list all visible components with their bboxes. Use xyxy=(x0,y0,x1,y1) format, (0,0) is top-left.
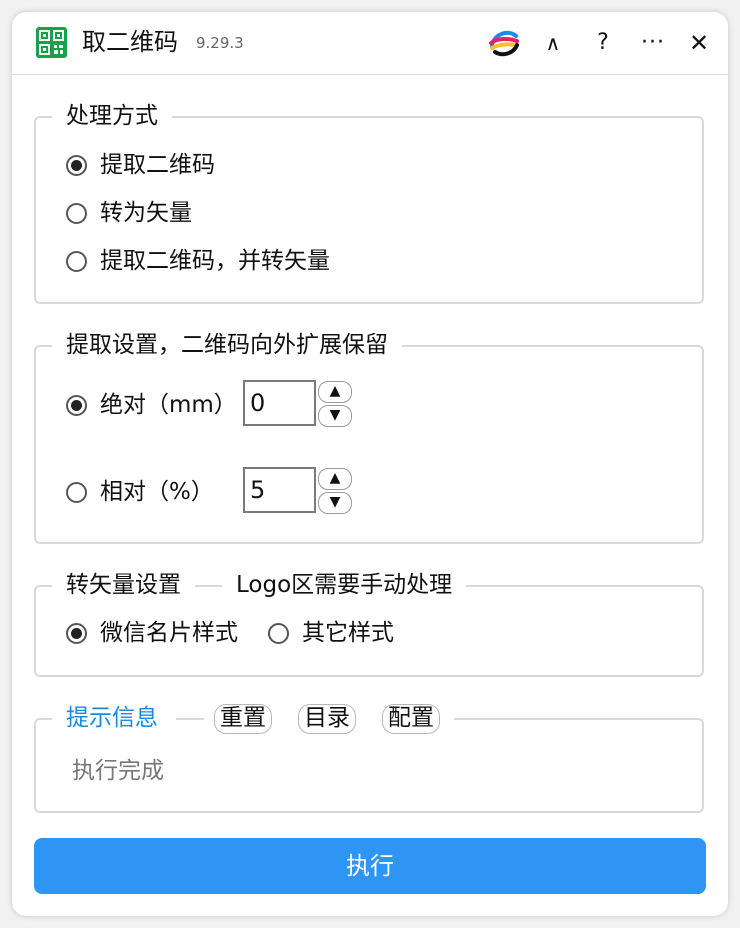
extract-settings-legend: 提取设置，二维码向外扩展保留 xyxy=(52,330,402,360)
absolute-spin-down-button[interactable]: ▼ xyxy=(318,405,352,427)
radio-wechat-card-style[interactable]: 微信名片样式 xyxy=(66,618,238,648)
logo-manual-note: Logo区需要手动处理 xyxy=(222,570,467,600)
info-legend[interactable]: 提示信息 xyxy=(52,703,176,733)
radio-label: 提取二维码，并转矢量 xyxy=(100,248,330,274)
relative-spin-down-button[interactable]: ▼ xyxy=(318,492,352,514)
status-message: 执行完成 xyxy=(72,758,164,784)
close-button[interactable]: ✕ xyxy=(682,26,716,60)
radio-label: 提取二维码 xyxy=(100,152,215,178)
radio-relative-percent[interactable]: 相对（%） xyxy=(66,477,214,507)
absolute-spin-up-button[interactable]: ▲ xyxy=(318,381,352,403)
app-version: 9.29.3 xyxy=(196,34,244,52)
radio-label: 微信名片样式 xyxy=(100,620,238,646)
relative-spin-up-button[interactable]: ▲ xyxy=(318,468,352,490)
config-button[interactable]: 配置 xyxy=(382,704,440,734)
info-group: 提示信息 重置 目录 配置 执行完成 xyxy=(34,703,704,813)
qr-code-app-icon xyxy=(36,27,67,58)
radio-button[interactable] xyxy=(66,250,87,272)
help-button[interactable]: ? xyxy=(586,26,620,60)
radio-absolute-mm[interactable]: 绝对（mm） xyxy=(66,390,237,420)
radio-button[interactable] xyxy=(66,394,87,416)
radio-to-vector[interactable]: 转为矢量 xyxy=(66,198,192,228)
radio-button[interactable] xyxy=(66,622,87,644)
radio-extract-and-vector[interactable]: 提取二维码，并转矢量 xyxy=(66,246,330,276)
app-window: 取二维码 9.29.3 ∧ ? ··· ✕ 处理方式 提取二维码 转为矢量 提取 xyxy=(12,12,728,916)
relative-percent-input[interactable]: 5 xyxy=(243,467,316,513)
radio-button[interactable] xyxy=(66,154,87,176)
radio-other-style[interactable]: 其它样式 xyxy=(268,618,394,648)
radio-label: 其它样式 xyxy=(302,620,394,646)
radio-button[interactable] xyxy=(268,622,289,644)
collapse-up-button[interactable]: ∧ xyxy=(536,26,570,60)
reset-button[interactable]: 重置 xyxy=(214,704,272,734)
radio-label: 绝对（mm） xyxy=(100,392,237,418)
mode-group: 处理方式 提取二维码 转为矢量 提取二维码，并转矢量 xyxy=(34,101,704,304)
mode-group-legend: 处理方式 xyxy=(52,101,172,131)
extract-settings-group: 提取设置，二维码向外扩展保留 绝对（mm） 0 ▲ ▼ 相对（%） 5 ▲ ▼ xyxy=(34,330,704,544)
app-title: 取二维码 xyxy=(82,28,178,56)
radio-button[interactable] xyxy=(66,202,87,224)
multicolor-swirl-logo-icon xyxy=(489,30,519,57)
run-button[interactable]: 执行 xyxy=(34,838,706,894)
radio-label: 转为矢量 xyxy=(100,200,192,226)
absolute-mm-input[interactable]: 0 xyxy=(243,380,316,426)
brand-logo-button[interactable] xyxy=(486,26,522,60)
vector-settings-group: 转矢量设置 Logo区需要手动处理 微信名片样式 其它样式 xyxy=(34,570,704,677)
radio-button[interactable] xyxy=(66,481,87,503)
radio-label: 相对（%） xyxy=(100,479,214,505)
radio-extract-qr[interactable]: 提取二维码 xyxy=(66,150,215,180)
vector-settings-legend: 转矢量设置 xyxy=(52,570,195,600)
directory-button[interactable]: 目录 xyxy=(298,704,356,734)
title-bar: 取二维码 9.29.3 ∧ ? ··· ✕ xyxy=(12,12,728,75)
more-options-button[interactable]: ··· xyxy=(636,26,670,60)
info-buttons-bar: 重置 目录 配置 xyxy=(204,704,454,734)
